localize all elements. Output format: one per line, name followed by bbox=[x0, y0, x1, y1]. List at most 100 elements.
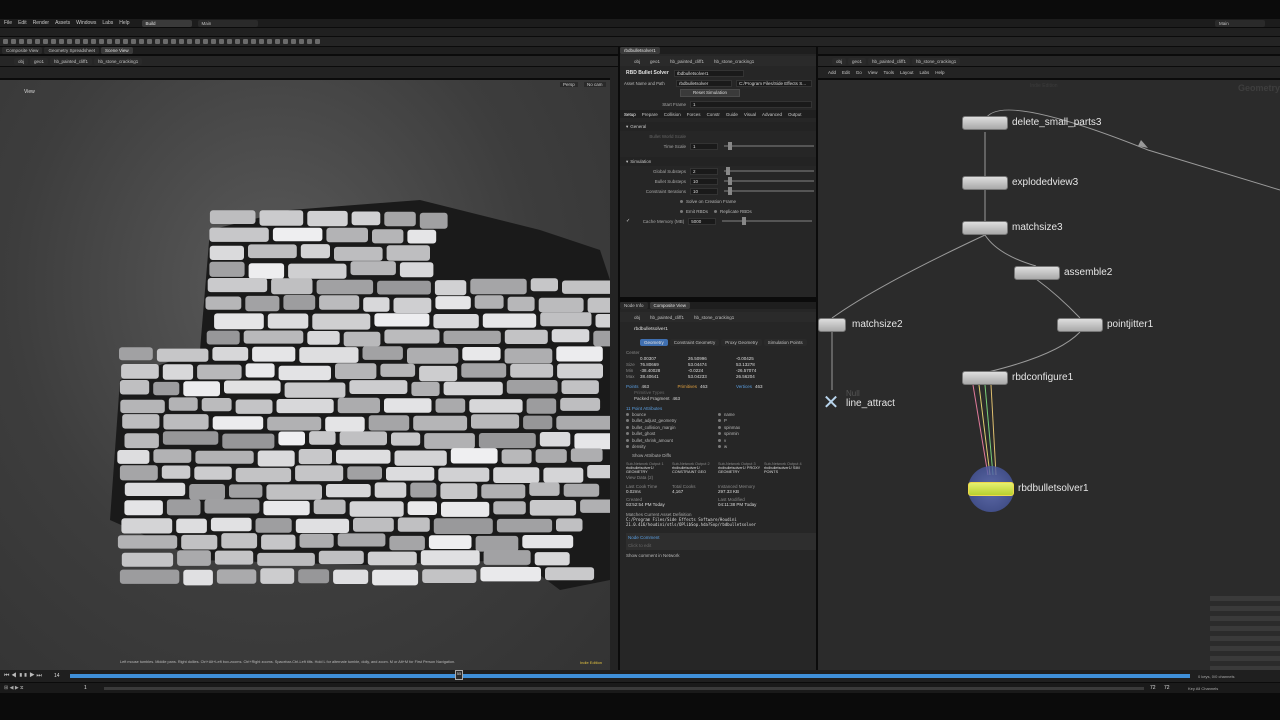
timeline-track[interactable]: 55 bbox=[70, 670, 1190, 680]
net-path-geo1[interactable]: geo1 bbox=[848, 57, 867, 65]
shelf-tool-icon[interactable] bbox=[155, 39, 160, 44]
menu-windows[interactable]: Windows bbox=[76, 20, 96, 26]
menu-labs[interactable]: Labs bbox=[102, 20, 113, 26]
shelf-tool-icon[interactable] bbox=[91, 39, 96, 44]
tab-geometry-spreadsheet[interactable]: Geometry Spreadsheet bbox=[44, 47, 99, 54]
path-stone[interactable]: hb_stone_cracking1 bbox=[93, 57, 143, 65]
shelf-tool-icon[interactable] bbox=[59, 39, 64, 44]
shelf-tool-icon[interactable] bbox=[179, 39, 184, 44]
node-comment-hint[interactable]: Click to edit bbox=[628, 543, 814, 548]
frame-field[interactable]: 14 bbox=[54, 673, 64, 679]
cache-memory-slider[interactable] bbox=[722, 217, 813, 225]
shelf-tool-icon[interactable] bbox=[163, 39, 168, 44]
menu-file[interactable]: File bbox=[4, 20, 12, 26]
net-path-stone[interactable]: hb_stone_cracking1 bbox=[911, 57, 961, 65]
info-tab-geometry[interactable]: Geometry bbox=[640, 339, 668, 346]
net-path-obj[interactable]: obj bbox=[832, 57, 847, 65]
parm-path-geo1[interactable]: geo1 bbox=[646, 57, 665, 65]
show-attr-diffs[interactable]: Show Attribute Diffs bbox=[632, 453, 671, 458]
cache-memory-check-icon[interactable]: ✓ bbox=[626, 218, 630, 224]
tab-composite-view[interactable]: Composite View bbox=[2, 47, 43, 54]
node-assemble[interactable] bbox=[1014, 266, 1060, 280]
bullet-substeps-slider[interactable] bbox=[724, 177, 814, 185]
bullet-substeps-field[interactable]: 10 bbox=[690, 177, 718, 185]
network-menu-item[interactable]: Go bbox=[856, 70, 862, 75]
net-path-cliff[interactable]: hb_painted_cliff1 bbox=[868, 57, 910, 65]
shelf-tool-icon[interactable] bbox=[187, 39, 192, 44]
section-simulation[interactable]: ▾ Simulation bbox=[620, 157, 816, 166]
shelf-tool-icon[interactable] bbox=[291, 39, 296, 44]
node-name-field[interactable]: rbdbulletsolver1 bbox=[673, 69, 744, 77]
shelf-tool-icon[interactable] bbox=[307, 39, 312, 44]
shelf-tool-icon[interactable] bbox=[171, 39, 176, 44]
network-editor[interactable]: Indie Edition Geometry delete_small_part… bbox=[818, 80, 1280, 670]
range-end-2[interactable]: 72 bbox=[1164, 685, 1178, 691]
shape-palette[interactable] bbox=[1210, 596, 1280, 670]
network-menu-item[interactable]: Help bbox=[935, 70, 944, 75]
shelf-tool-icon[interactable] bbox=[27, 39, 32, 44]
desktop-right[interactable]: Main bbox=[1215, 19, 1265, 27]
tab-composite-view-2[interactable]: Composite View bbox=[649, 302, 690, 309]
menu-render[interactable]: Render bbox=[33, 20, 49, 26]
null-icon[interactable]: ✕ bbox=[820, 392, 842, 414]
info-path-obj[interactable]: obj bbox=[630, 313, 645, 321]
start-frame-field[interactable]: 1 bbox=[690, 100, 812, 108]
menu-help[interactable]: Help bbox=[119, 20, 129, 26]
point-attributes-header[interactable]: 11 Point Attributes bbox=[626, 406, 662, 411]
shelf-tool-icon[interactable] bbox=[115, 39, 120, 44]
parm-tab-collision[interactable]: Collision bbox=[664, 112, 681, 117]
network-menu-item[interactable]: Tools bbox=[883, 70, 894, 75]
shelf-tool-icon[interactable] bbox=[219, 39, 224, 44]
parm-tab-guide[interactable]: Guide bbox=[726, 112, 738, 117]
tab-scene-view[interactable]: Scene View bbox=[100, 47, 133, 54]
tab-node-info[interactable]: Node Info bbox=[620, 302, 648, 309]
range-controls[interactable]: ⊞ ◀ ▶ ⧖ bbox=[4, 685, 84, 691]
node-pointjitter[interactable] bbox=[1057, 318, 1103, 332]
time-scale-field[interactable]: 1 bbox=[690, 142, 718, 150]
shelf-tool-icon[interactable] bbox=[195, 39, 200, 44]
shelf-tool-icon[interactable] bbox=[283, 39, 288, 44]
shelf-tool-icon[interactable] bbox=[123, 39, 128, 44]
parm-tab-output[interactable]: Output bbox=[788, 112, 802, 117]
parm-path-obj[interactable]: obj bbox=[630, 57, 645, 65]
show-comment-network[interactable]: Show comment in Network bbox=[626, 553, 680, 558]
path-obj[interactable]: obj bbox=[14, 57, 29, 65]
view-data-link[interactable]: View Data (2) bbox=[626, 475, 653, 480]
play-controls[interactable]: ⏮ ◀ ▮▮ ▶ ⏭ bbox=[4, 673, 54, 680]
range-slider[interactable] bbox=[104, 686, 1144, 690]
node-delete-small-parts[interactable] bbox=[962, 116, 1008, 130]
cache-memory-field[interactable]: 5000 bbox=[688, 217, 717, 225]
node-matchsize2[interactable] bbox=[818, 318, 846, 332]
main-desktop[interactable]: Main bbox=[197, 19, 258, 27]
node-comment-header[interactable]: Node Comment bbox=[628, 535, 814, 540]
shelf-tool-icon[interactable] bbox=[3, 39, 8, 44]
network-menu-item[interactable]: Edit bbox=[842, 70, 850, 75]
info-tab-constraint[interactable]: Constraint Geometry bbox=[669, 339, 720, 346]
constraint-iter-slider[interactable] bbox=[724, 187, 814, 195]
shelf-tool-icon[interactable] bbox=[35, 39, 40, 44]
desktop-select[interactable]: Build bbox=[141, 19, 192, 27]
shelf-tool-icon[interactable] bbox=[139, 39, 144, 44]
network-menu-item[interactable]: View bbox=[868, 70, 878, 75]
key-all-channels[interactable]: Key All Channels bbox=[1188, 686, 1218, 691]
path-geo1[interactable]: geo1 bbox=[30, 57, 49, 65]
node-rbdconfigure[interactable] bbox=[962, 371, 1008, 385]
parm-tab-visual[interactable]: Visual bbox=[744, 112, 756, 117]
info-path-stone[interactable]: hb_stone_cracking1 bbox=[689, 313, 739, 321]
solve-on-creation-checkbox[interactable] bbox=[680, 199, 683, 203]
node-explodedview[interactable] bbox=[962, 176, 1008, 190]
section-general[interactable]: ▾ General bbox=[620, 122, 816, 131]
info-tab-simpoints[interactable]: Simulation Points bbox=[763, 339, 807, 346]
network-menu-item[interactable]: Labs bbox=[920, 70, 930, 75]
info-tab-proxy[interactable]: Proxy Geometry bbox=[721, 339, 762, 346]
node-matchsize3[interactable] bbox=[962, 221, 1008, 235]
shelf-tool-icon[interactable] bbox=[43, 39, 48, 44]
parm-tab-forces[interactable]: Forces bbox=[687, 112, 701, 117]
path-cliff[interactable]: hb_painted_cliff1 bbox=[50, 57, 92, 65]
range-start[interactable]: 1 bbox=[84, 685, 104, 691]
info-path-cliff[interactable]: hb_painted_cliff1 bbox=[646, 313, 688, 321]
range-end[interactable]: 72 bbox=[1150, 685, 1164, 691]
shelf-tool-icon[interactable] bbox=[107, 39, 112, 44]
parm-tab-constr[interactable]: Constr bbox=[707, 112, 720, 117]
parm-path-stone[interactable]: hb_stone_cracking1 bbox=[709, 57, 759, 65]
